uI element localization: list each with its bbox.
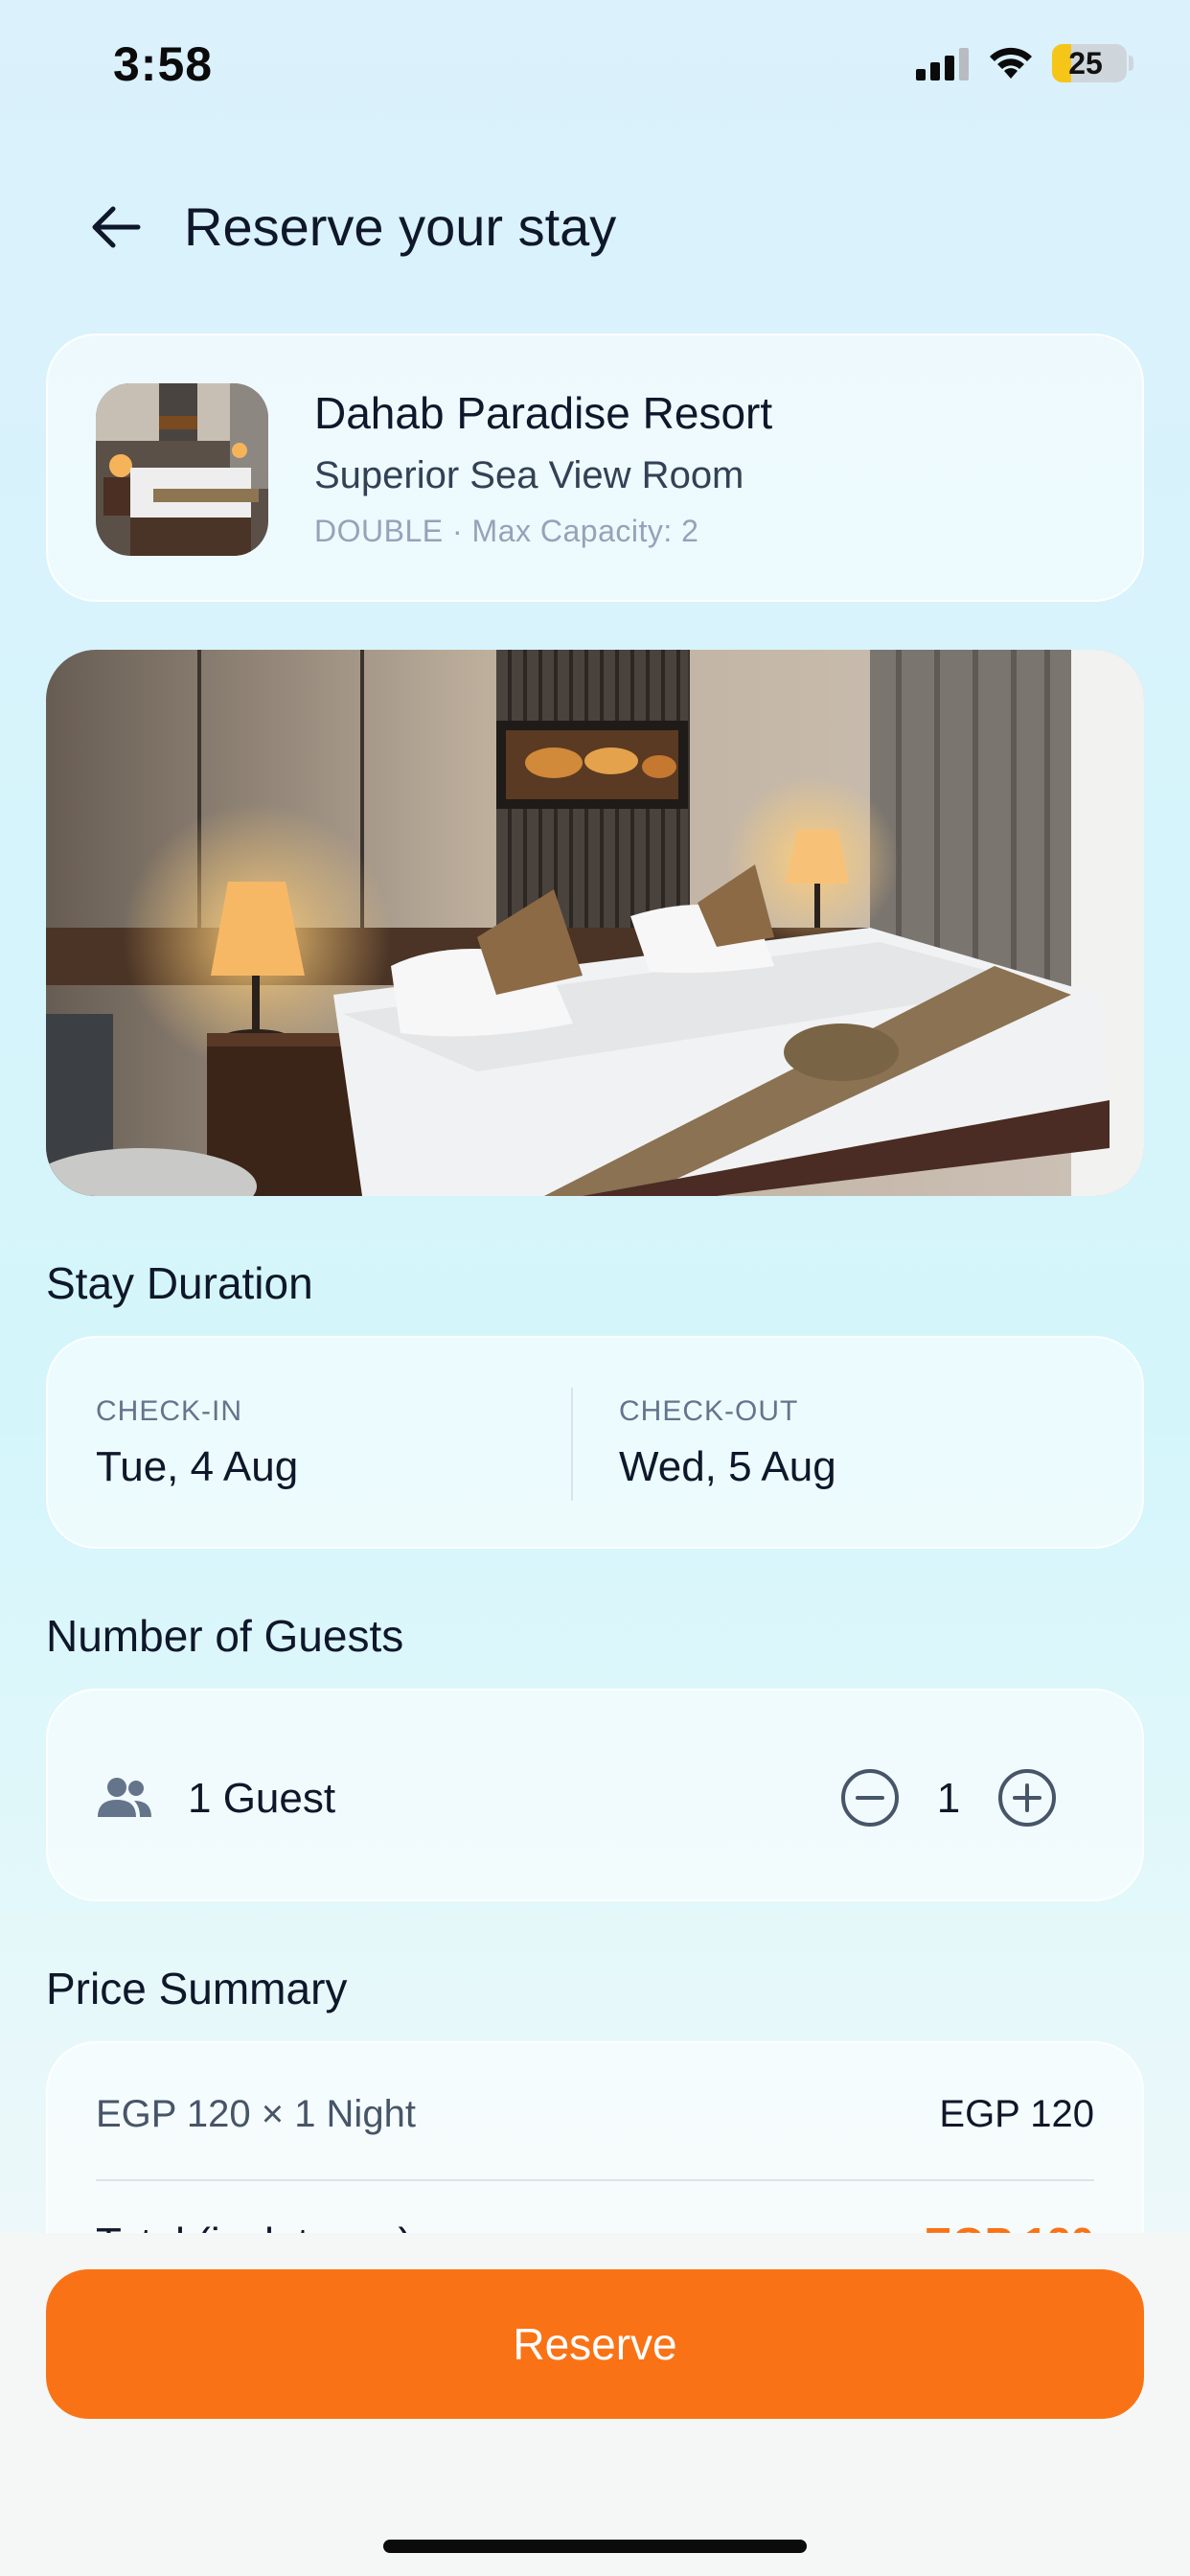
page-title: Reserve your stay xyxy=(184,196,617,257)
wifi-icon xyxy=(990,47,1032,79)
checkin-value: Tue, 4 Aug xyxy=(96,1443,299,1490)
battery-indicator: 25 xyxy=(1052,44,1127,82)
minus-circle-icon xyxy=(841,1769,899,1827)
price-summary-title: Price Summary xyxy=(46,1964,348,2013)
checkout-field[interactable]: CHECK-OUT Wed, 5 Aug xyxy=(573,1338,1146,1551)
battery-tip xyxy=(1129,56,1133,71)
checkin-label: CHECK-IN xyxy=(96,1395,243,1427)
arrow-left-icon xyxy=(92,206,141,248)
battery-level: 25 xyxy=(1068,46,1103,80)
guests-card: 1 Guest 1 xyxy=(46,1689,1144,1901)
reserve-button[interactable]: Reserve xyxy=(46,2269,1144,2419)
room-meta: DOUBLE · Max Capacity: 2 xyxy=(314,514,699,548)
price-line-value: EGP 120 xyxy=(939,2093,1094,2135)
status-time: 3:58 xyxy=(113,37,214,91)
price-divider xyxy=(96,2179,1094,2181)
hotel-summary-card[interactable]: Dahab Paradise Resort Superior Sea View … xyxy=(46,334,1144,602)
checkout-value: Wed, 5 Aug xyxy=(619,1443,836,1490)
room-photo xyxy=(46,650,1144,1196)
checkin-field[interactable]: CHECK-IN Tue, 4 Aug xyxy=(48,1338,571,1551)
decrease-guests-button[interactable] xyxy=(839,1767,901,1828)
cellular-signal-icon xyxy=(916,48,969,80)
guest-count-value: 1 xyxy=(936,1775,961,1822)
increase-guests-button[interactable] xyxy=(996,1767,1058,1828)
bottom-action-bar: Reserve xyxy=(0,2233,1190,2576)
stay-duration-title: Stay Duration xyxy=(46,1258,313,1308)
room-thumbnail xyxy=(96,383,268,556)
room-name: Superior Sea View Room xyxy=(314,454,744,496)
checkout-label: CHECK-OUT xyxy=(619,1395,799,1427)
plus-circle-icon xyxy=(998,1769,1056,1827)
back-button[interactable] xyxy=(80,192,151,263)
status-bar: 3:58 25 xyxy=(0,0,1190,134)
stay-duration-card: CHECK-IN Tue, 4 Aug CHECK-OUT Wed, 5 Aug xyxy=(46,1336,1144,1549)
guests-title: Number of Guests xyxy=(46,1611,404,1661)
hotel-name: Dahab Paradise Resort xyxy=(314,388,773,438)
people-icon xyxy=(98,1778,151,1817)
price-line-label: EGP 120 × 1 Night xyxy=(96,2093,416,2135)
home-indicator xyxy=(383,2540,807,2553)
guest-count-label: 1 Guest xyxy=(188,1775,336,1822)
